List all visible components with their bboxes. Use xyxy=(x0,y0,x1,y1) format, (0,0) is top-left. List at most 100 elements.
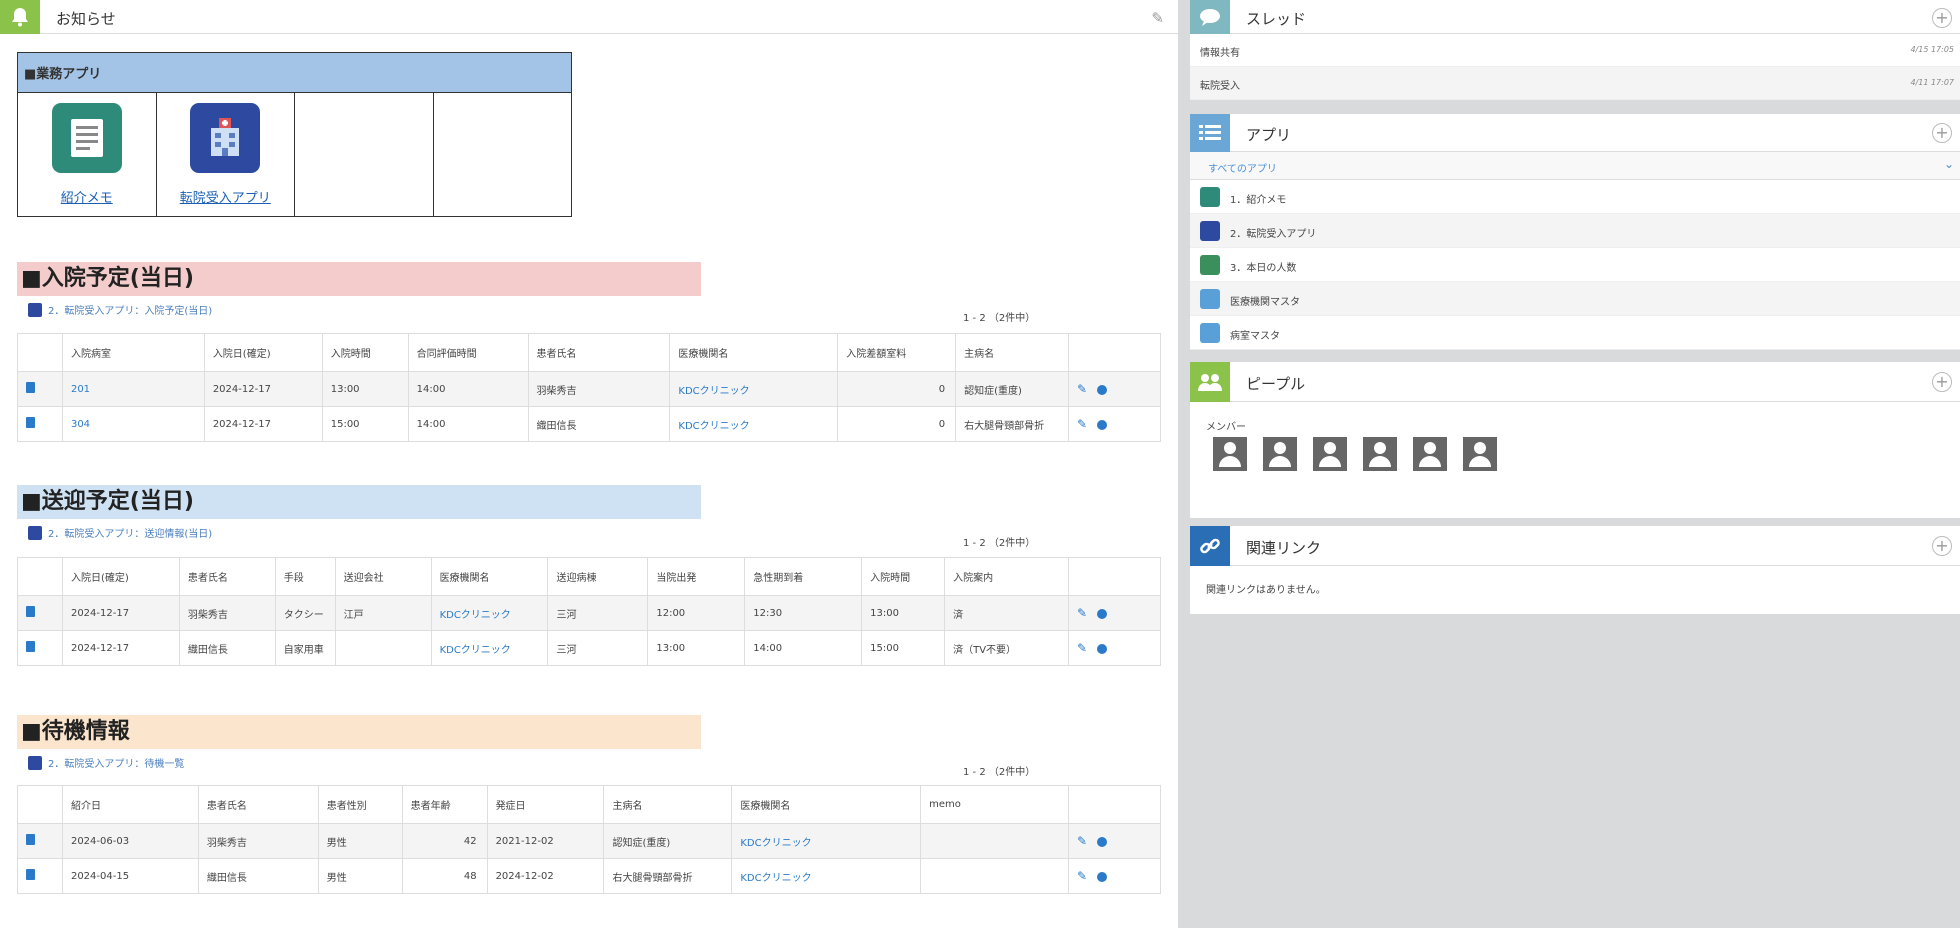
transport-app-link[interactable]: 2．転院受入アプリ：送迎情報(当日) xyxy=(28,525,212,540)
column-header[interactable]: 入院時間 xyxy=(321,333,409,372)
app-list-label[interactable]: 病室マスタ xyxy=(1230,327,1280,342)
column-header[interactable]: 当院出発 xyxy=(647,557,746,596)
column-header[interactable]: 手段 xyxy=(274,557,336,596)
file-icon[interactable] xyxy=(26,606,35,617)
member-avatar-icon[interactable] xyxy=(1363,437,1397,471)
member-avatar-icon[interactable] xyxy=(1213,437,1247,471)
delete-icon[interactable] xyxy=(1097,837,1108,847)
hospital-app-icon[interactable] xyxy=(190,103,261,173)
row-detail[interactable] xyxy=(17,406,63,442)
cell-facility[interactable]: KDCクリニック xyxy=(430,595,549,631)
file-icon[interactable] xyxy=(26,869,35,880)
column-header[interactable]: memo xyxy=(920,785,1070,824)
cell-facility[interactable]: KDCクリニック xyxy=(669,371,839,407)
cell-facility[interactable]: KDCクリニック xyxy=(430,630,549,666)
app-list-label[interactable]: 医療機関マスタ xyxy=(1230,293,1300,308)
add-thread-button[interactable]: + xyxy=(1932,8,1952,28)
column-header[interactable]: 患者氏名 xyxy=(178,557,276,596)
member-avatar-icon[interactable] xyxy=(1413,437,1447,471)
app-list-item[interactable]: 医療機関マスタ xyxy=(1190,282,1960,316)
column-header[interactable]: 患者氏名 xyxy=(527,333,671,372)
delete-icon[interactable] xyxy=(1097,609,1108,619)
add-app-button[interactable]: + xyxy=(1932,123,1952,143)
table-row[interactable]: 2024-06-03 羽柴秀吉 男性 42 2021-12-02 認知症(重度)… xyxy=(17,823,1161,859)
memo-app-icon[interactable] xyxy=(51,103,122,173)
column-header[interactable]: 入院日(確定) xyxy=(61,557,180,596)
delete-icon[interactable] xyxy=(1097,872,1108,882)
admission-link-label[interactable]: 2．転院受入アプリ：入院予定(当日) xyxy=(48,302,212,317)
column-header[interactable]: 医療機関名 xyxy=(731,785,922,824)
table-row[interactable]: 2024-12-17 羽柴秀吉 タクシー 江戸 KDCクリニック 三河 12:0… xyxy=(17,595,1162,631)
column-header[interactable]: 合同評価時間 xyxy=(407,333,529,372)
delete-icon[interactable] xyxy=(1097,385,1108,395)
app-list-item[interactable]: 2．転院受入アプリ xyxy=(1190,214,1960,248)
column-header[interactable]: 入院日(確定) xyxy=(203,333,323,372)
column-header[interactable]: 入院差額室料 xyxy=(837,333,957,372)
edit-icon[interactable]: ✎ xyxy=(1151,9,1164,27)
file-icon[interactable] xyxy=(26,382,35,393)
table-row[interactable]: 2024-04-15 織田信長 男性 48 2024-12-02 右大腿骨頸部骨… xyxy=(17,858,1161,894)
app-link-intro-memo[interactable]: 紹介メモ xyxy=(61,191,113,206)
edit-pencil-icon[interactable]: ✎ xyxy=(1077,417,1087,431)
thread-item-label[interactable]: 情報共有 xyxy=(1200,44,1240,59)
apps-filter-label[interactable]: すべてのアプリ xyxy=(1208,160,1277,175)
app-list-label[interactable]: 3．本日の人数 xyxy=(1230,259,1296,274)
edit-pencil-icon[interactable]: ✎ xyxy=(1077,834,1087,848)
column-header[interactable]: 入院案内 xyxy=(944,557,1069,596)
app-list-item[interactable]: 病室マスタ xyxy=(1190,316,1960,350)
thread-item[interactable]: 情報共有 4/15 17:05 xyxy=(1190,34,1960,67)
member-avatar-icon[interactable] xyxy=(1263,437,1297,471)
app-list-item[interactable]: 1．紹介メモ xyxy=(1190,180,1960,214)
cell-room[interactable]: 201 xyxy=(61,371,205,407)
column-header[interactable]: 主病名 xyxy=(603,785,733,824)
edit-pencil-icon[interactable]: ✎ xyxy=(1077,606,1087,620)
file-icon[interactable] xyxy=(26,641,35,652)
column-header[interactable]: 患者性別 xyxy=(317,785,403,824)
cell-facility[interactable]: KDCクリニック xyxy=(731,823,922,859)
column-header[interactable]: 入院病室 xyxy=(61,333,205,372)
cell-facility[interactable]: KDCクリニック xyxy=(731,858,922,894)
column-header[interactable]: 医療機関名 xyxy=(669,333,839,372)
column-header[interactable]: 紹介日 xyxy=(61,785,199,824)
app-list-label[interactable]: 2．転院受入アプリ xyxy=(1230,225,1316,240)
app-cell-intro-memo[interactable]: 紹介メモ xyxy=(17,92,157,217)
column-header[interactable]: 発症日 xyxy=(486,785,605,824)
table-row[interactable]: 2024-12-17 織田信長 自家用車 KDCクリニック 三河 13:00 1… xyxy=(17,630,1162,666)
add-people-button[interactable]: + xyxy=(1932,372,1952,392)
app-cell-transfer[interactable]: 転院受入アプリ xyxy=(155,92,295,217)
column-header[interactable]: 入院時間 xyxy=(861,557,946,596)
file-icon[interactable] xyxy=(26,417,35,428)
waiting-link-label[interactable]: 2．転院受入アプリ：待機一覧 xyxy=(48,755,184,770)
add-link-button[interactable]: + xyxy=(1932,536,1952,556)
thread-item[interactable]: 転院受入 4/11 17:07 xyxy=(1190,67,1960,100)
thread-item-label[interactable]: 転院受入 xyxy=(1200,77,1240,92)
app-list-label[interactable]: 1．紹介メモ xyxy=(1230,191,1286,206)
column-header[interactable]: 医療機関名 xyxy=(430,557,549,596)
edit-pencil-icon[interactable]: ✎ xyxy=(1077,869,1087,883)
edit-pencil-icon[interactable]: ✎ xyxy=(1077,641,1087,655)
row-detail[interactable] xyxy=(17,858,63,894)
apps-filter-dropdown[interactable]: すべてのアプリ ⌄ xyxy=(1190,152,1960,180)
table-row[interactable]: 201 2024-12-17 13:00 14:00 羽柴秀吉 KDCクリニック… xyxy=(17,371,1161,407)
chevron-down-icon[interactable]: ⌄ xyxy=(1944,157,1954,171)
delete-icon[interactable] xyxy=(1097,644,1108,654)
delete-icon[interactable] xyxy=(1097,420,1108,430)
cell-facility[interactable]: KDCクリニック xyxy=(669,406,839,442)
member-avatar-icon[interactable] xyxy=(1313,437,1347,471)
column-header[interactable]: 患者年齢 xyxy=(401,785,488,824)
member-avatar-icon[interactable] xyxy=(1463,437,1497,471)
waiting-app-link[interactable]: 2．転院受入アプリ：待機一覧 xyxy=(28,755,184,770)
column-header[interactable]: 患者氏名 xyxy=(197,785,319,824)
app-list-item[interactable]: 3．本日の人数 xyxy=(1190,248,1960,282)
cell-room[interactable]: 304 xyxy=(61,406,205,442)
row-detail[interactable] xyxy=(17,630,63,666)
row-detail[interactable] xyxy=(17,595,63,631)
edit-pencil-icon[interactable]: ✎ xyxy=(1077,382,1087,396)
admission-app-link[interactable]: 2．転院受入アプリ：入院予定(当日) xyxy=(28,302,212,317)
transport-link-label[interactable]: 2．転院受入アプリ：送迎情報(当日) xyxy=(48,525,212,540)
row-detail[interactable] xyxy=(17,823,63,859)
column-header[interactable]: 送迎会社 xyxy=(334,557,432,596)
column-header[interactable]: 急性期到着 xyxy=(744,557,863,596)
row-detail[interactable] xyxy=(17,371,63,407)
file-icon[interactable] xyxy=(26,834,35,845)
